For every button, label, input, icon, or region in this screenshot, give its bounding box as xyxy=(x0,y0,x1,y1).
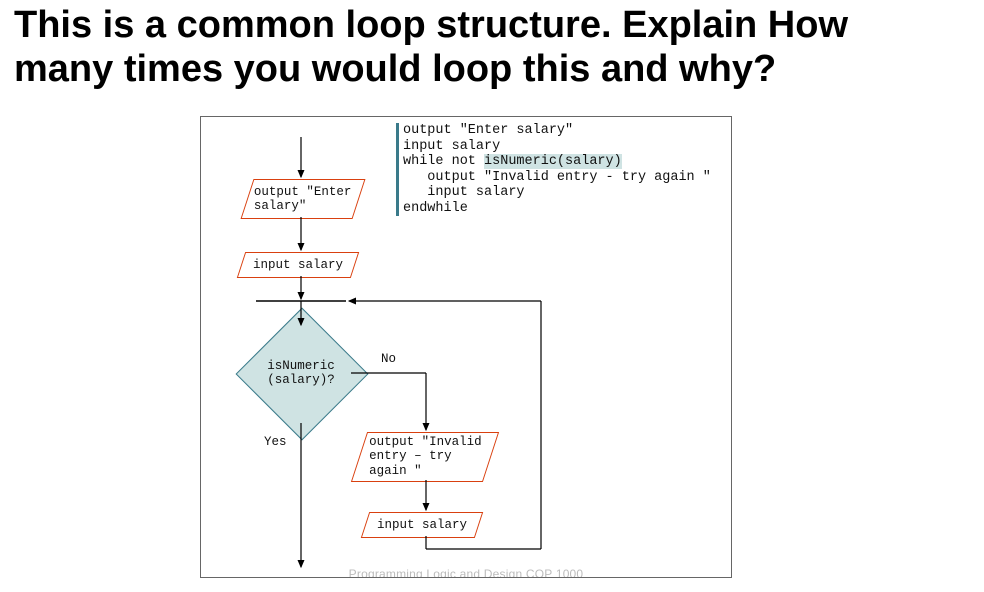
code-highlight: isNumeric(salary) xyxy=(484,154,622,169)
io-output-prompt: output "Entersalary" xyxy=(241,179,366,219)
figure-container: output "Enter salary" input salary while… xyxy=(200,116,732,578)
io-output-error-text: output "Invalidentry – tryagain " xyxy=(365,433,486,480)
title-line-1: This is a common loop structure. Explain… xyxy=(14,4,848,46)
pseudocode-block: output "Enter salary" input salary while… xyxy=(396,123,711,216)
decision-text: isNumeric(salary)? xyxy=(236,359,366,388)
code-line-5: input salary xyxy=(403,185,525,200)
io-input-salary-1-text: input salary xyxy=(249,256,347,274)
label-yes: Yes xyxy=(264,435,287,449)
code-line-6: endwhile xyxy=(403,201,468,216)
io-input-salary-2-text: input salary xyxy=(373,516,471,534)
io-output-error: output "Invalidentry – tryagain " xyxy=(351,432,499,482)
code-line-2: input salary xyxy=(403,139,500,154)
io-input-salary-1: input salary xyxy=(237,252,359,278)
code-line-4: output "Invalid entry - try again " xyxy=(403,170,711,185)
code-line-1: output "Enter salary" xyxy=(403,123,573,138)
label-no: No xyxy=(381,352,396,366)
io-output-prompt-text: output "Entersalary" xyxy=(250,183,356,216)
code-line-3a: while not xyxy=(403,154,484,169)
question-title: This is a common loop structure. Explain… xyxy=(14,4,974,91)
io-input-salary-2: input salary xyxy=(361,512,483,538)
title-line-2: many times you would loop this and why? xyxy=(14,48,776,90)
footer-credit: Programming Logic and Design COP 1000 xyxy=(201,567,731,578)
